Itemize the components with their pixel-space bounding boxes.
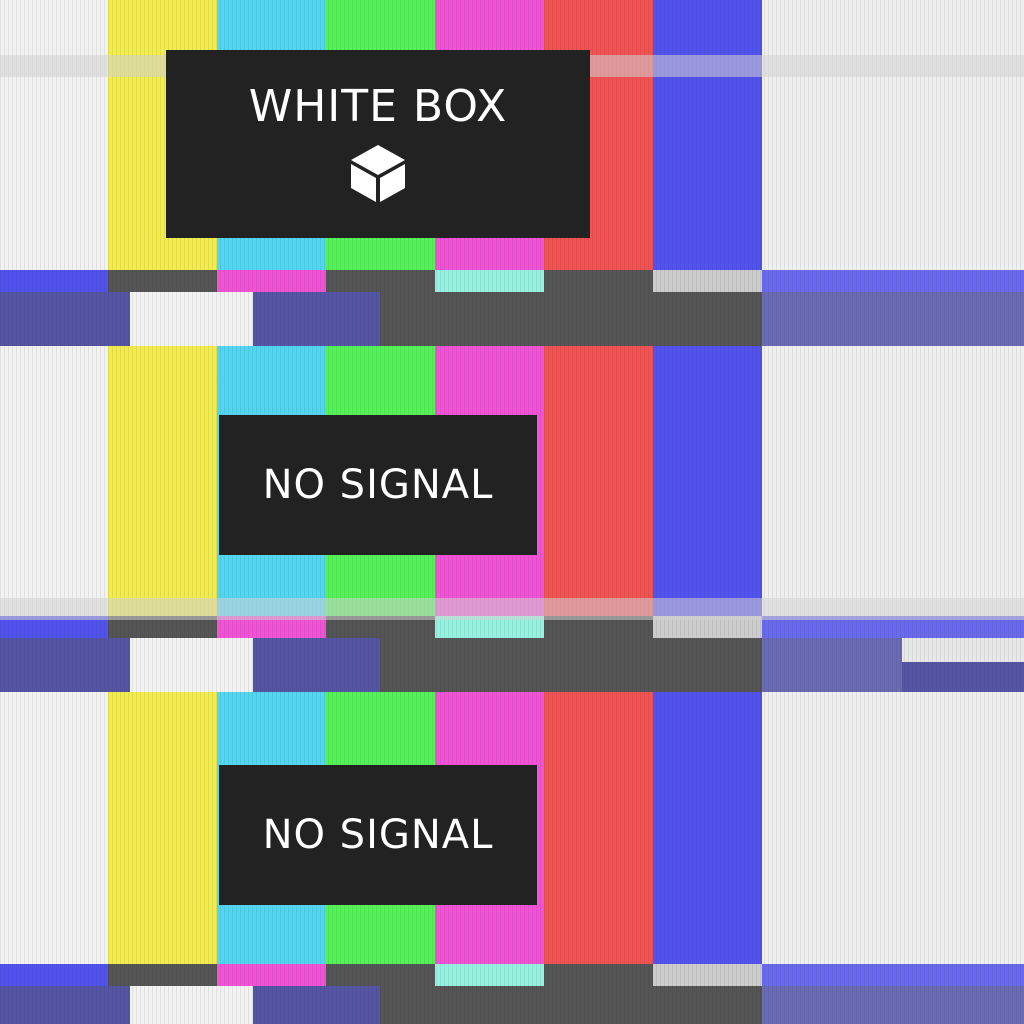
test-pattern-panel-3: NO SIGNAL (0, 692, 1024, 1024)
strip-mid-1 (0, 964, 108, 986)
label-text: NO SIGNAL (262, 462, 494, 508)
strip-mid-8 (762, 270, 1024, 292)
cube-icon (347, 142, 409, 208)
strip-low-4 (380, 986, 762, 1024)
label-box-no-signal: NO SIGNAL (219, 415, 537, 555)
label-text: WHITE BOX (248, 80, 508, 132)
bar-white (0, 0, 108, 270)
strip-low-3 (253, 638, 380, 692)
bar-blue (653, 0, 762, 270)
strip-mid-4 (326, 964, 435, 986)
bar-yellow (108, 692, 217, 964)
strip-mid (0, 270, 108, 292)
strip-low-5 (762, 986, 1024, 1024)
strip-low-1 (0, 638, 130, 692)
bar-blue (653, 346, 762, 616)
bar-white-right (762, 346, 1024, 616)
test-pattern-panel-1: WHITE BOX (0, 0, 1024, 346)
bar-red (544, 346, 653, 616)
test-pattern-panel-2: NO SIGNAL (0, 346, 1024, 692)
strip-mid-3 (217, 270, 326, 292)
strip-mid-2 (108, 270, 217, 292)
strip-low-5 (762, 292, 1024, 346)
strip-low-2 (130, 986, 253, 1024)
strip-low-4 (380, 292, 762, 346)
label-text: NO SIGNAL (262, 812, 494, 858)
bar-red (544, 692, 653, 964)
strip-low-6 (902, 662, 1024, 692)
strip-mid-2 (108, 964, 217, 986)
strip-low-3 (253, 986, 380, 1024)
label-box-white-box: WHITE BOX (166, 50, 590, 238)
bar-white-right (762, 692, 1024, 964)
strip-mid-5 (435, 964, 544, 986)
bar-white-right (762, 0, 1024, 270)
strip-low-2 (130, 292, 253, 346)
strip-mid-4 (326, 270, 435, 292)
strip-mid-8 (762, 964, 1024, 986)
glitch-band (0, 598, 1024, 620)
strip-mid-6 (544, 270, 653, 292)
strip-low-3 (253, 292, 380, 346)
bar-blue (653, 692, 762, 964)
strip-mid-7 (653, 270, 762, 292)
bar-white (0, 346, 108, 616)
strip-low-1 (0, 292, 130, 346)
strip-low-2 (130, 638, 253, 692)
label-box-no-signal: NO SIGNAL (219, 765, 537, 905)
strip-mid-3 (217, 964, 326, 986)
strip-mid-5 (435, 270, 544, 292)
bar-white (0, 692, 108, 964)
strip-low-1 (0, 986, 130, 1024)
strip-mid-7 (653, 964, 762, 986)
strip-low-5 (762, 638, 902, 692)
strip-low-4 (380, 638, 762, 692)
strip-mid-6 (544, 964, 653, 986)
bar-yellow (108, 346, 217, 616)
